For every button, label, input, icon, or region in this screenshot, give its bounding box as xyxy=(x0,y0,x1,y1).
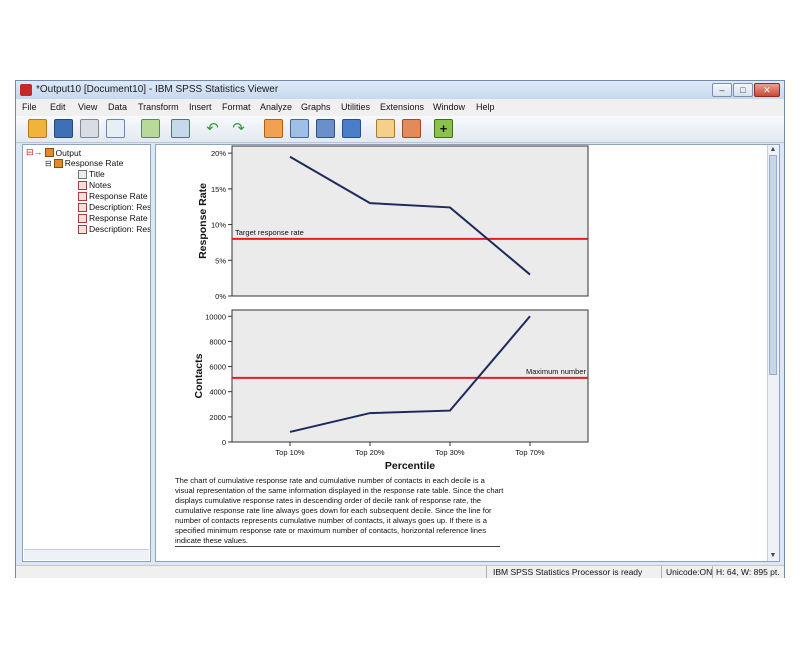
y-axis-label: Response Rate xyxy=(197,183,209,259)
y-tick-label: 2000 xyxy=(209,413,226,422)
x-axis-label: Percentile xyxy=(385,460,435,472)
y-tick-label: 20% xyxy=(211,149,226,158)
reference-line-label: Maximum number xyxy=(526,367,587,376)
x-tick-label: Top 30% xyxy=(435,448,465,457)
y-axis-label: Contacts xyxy=(193,353,205,398)
x-tick-label: Top 20% xyxy=(355,448,385,457)
y-tick-label: 8000 xyxy=(209,337,226,346)
reference-line-label: Target response rate xyxy=(235,228,304,237)
x-tick-label: Top 70% xyxy=(515,448,545,457)
plot-area xyxy=(231,145,589,297)
description-rule xyxy=(175,546,500,547)
y-tick-label: 15% xyxy=(211,185,226,194)
y-tick-label: 4000 xyxy=(209,388,226,397)
y-tick-label: 0 xyxy=(222,438,226,447)
y-tick-label: 5% xyxy=(215,256,226,265)
y-tick-label: 6000 xyxy=(209,363,226,372)
x-tick-label: Top 10% xyxy=(275,448,305,457)
response-rate-chart-panel[interactable]: 0% 5% 10% 15% 20% Response Rate Target respons… xyxy=(0,0,800,650)
plot-area xyxy=(231,309,589,443)
y-tick-label: 10000 xyxy=(205,312,226,321)
chart-description: The chart of cumulative response rate an… xyxy=(175,476,504,545)
y-tick-label: 0% xyxy=(215,292,226,301)
y-tick-label: 10% xyxy=(211,221,226,230)
